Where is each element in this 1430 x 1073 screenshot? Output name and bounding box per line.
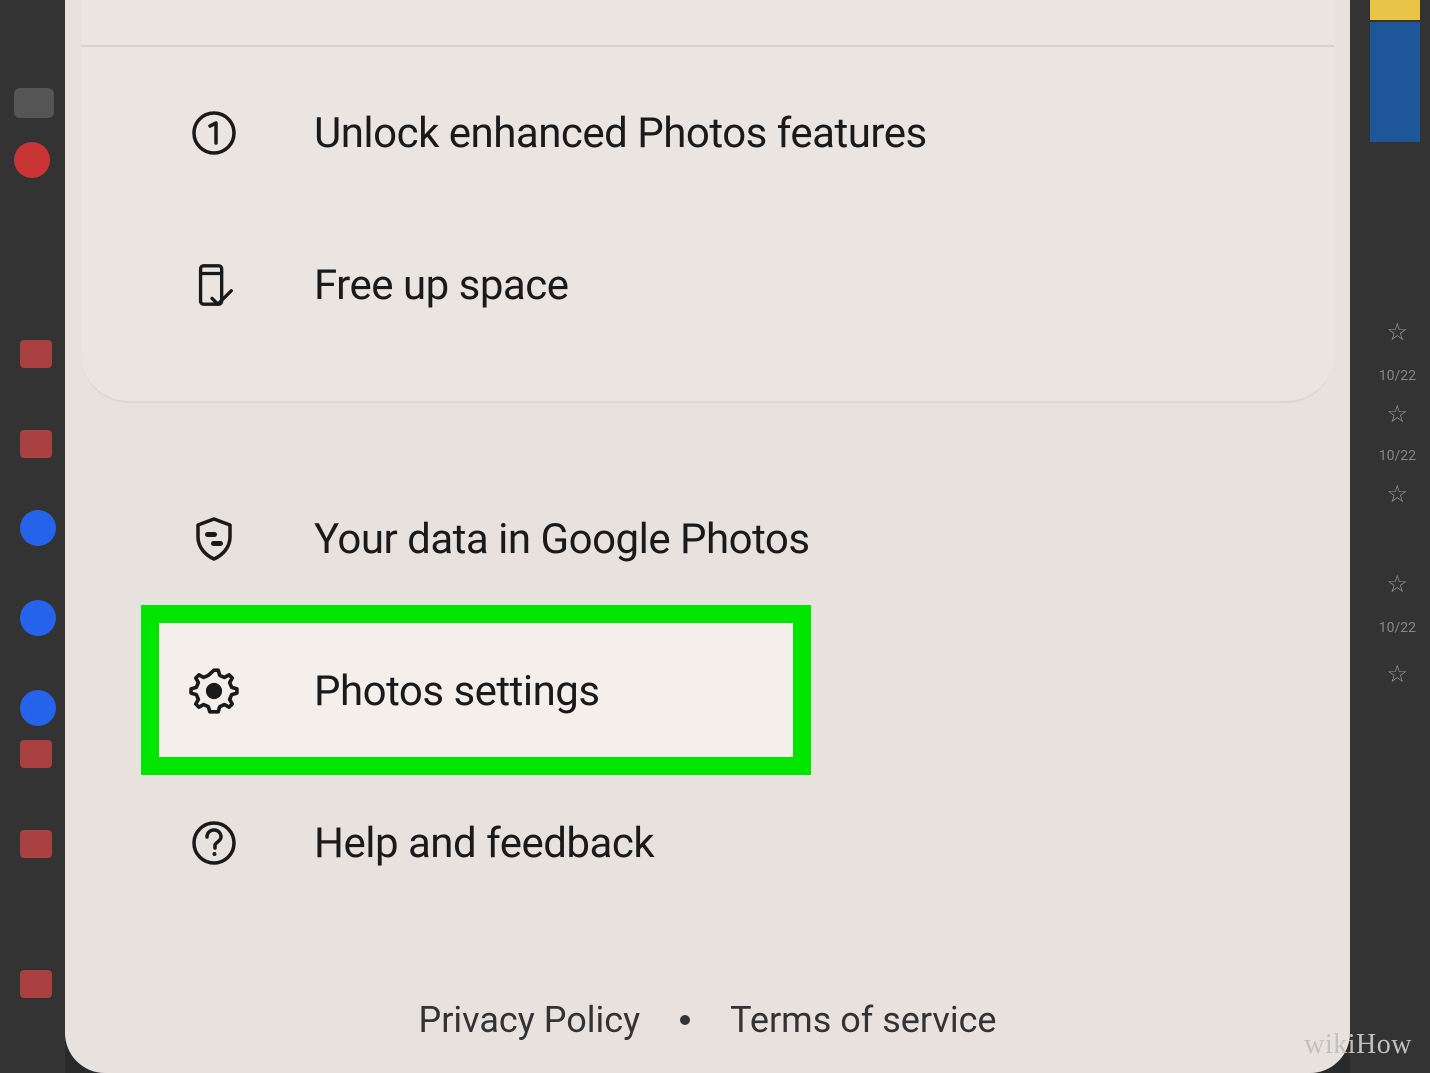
bg-date: 10/22: [1379, 620, 1416, 636]
shield-privacy-icon: [186, 511, 242, 567]
bg-date: 10/22: [1379, 448, 1416, 464]
terms-link[interactable]: Terms of service: [730, 999, 996, 1041]
menu-label: Unlock enhanced Photos features: [314, 109, 927, 158]
menu-item-free-up-space[interactable]: Free up space: [81, 209, 1334, 361]
one-circle-icon: [186, 105, 242, 161]
gear-icon: [186, 663, 242, 719]
menu-label: Free up space: [314, 261, 569, 310]
phone-check-icon: [186, 257, 242, 313]
menu-label: Your data in Google Photos: [314, 515, 810, 564]
menu-label: Photos settings: [314, 667, 600, 716]
menu-item-help-feedback[interactable]: Help and feedback: [81, 767, 1334, 919]
watermark: wikiHow: [1304, 1029, 1412, 1061]
menu-item-your-data[interactable]: Your data in Google Photos: [81, 463, 1334, 615]
privacy-policy-link[interactable]: Privacy Policy: [418, 999, 640, 1041]
menu-item-photos-settings[interactable]: Photos settings: [81, 615, 1334, 767]
menu-label: Help and feedback: [314, 819, 654, 868]
footer-links: Privacy Policy Terms of service: [81, 969, 1334, 1041]
settings-menu-modal: Unlock enhanced Photos features Free up …: [65, 0, 1350, 1073]
bg-date: 10/22: [1379, 368, 1416, 384]
menu-item-unlock-features[interactable]: Unlock enhanced Photos features: [81, 57, 1334, 209]
separator-dot: [680, 1015, 690, 1025]
help-icon: [186, 815, 242, 871]
